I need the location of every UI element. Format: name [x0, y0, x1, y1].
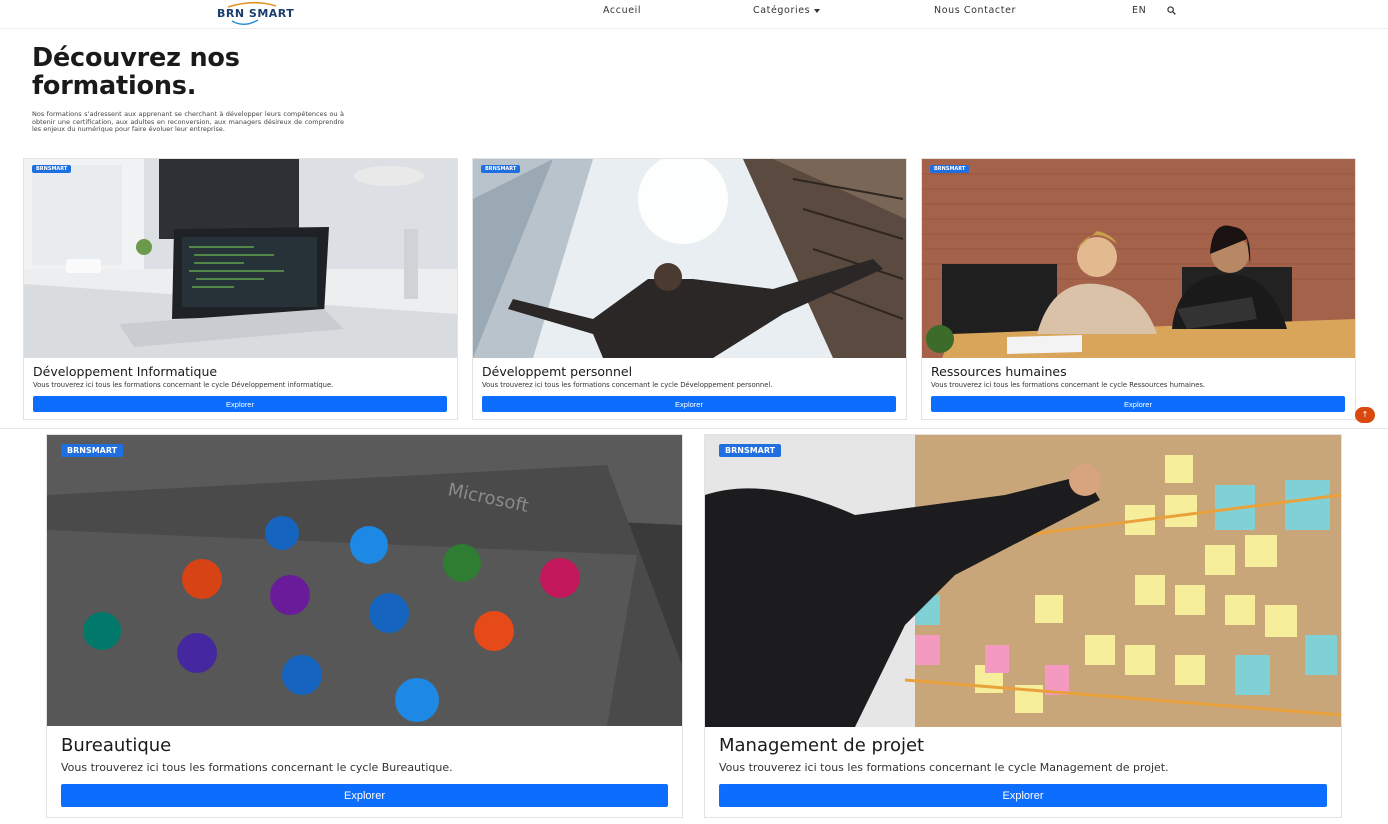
logo-text: BRN SMART: [217, 7, 295, 20]
search-icon[interactable]: [1167, 6, 1176, 15]
course-image-phone-apps: Microsoft BRNSMART: [47, 435, 682, 726]
explore-button[interactable]: Explorer: [719, 784, 1327, 807]
card-description: Vous trouverez ici tous les formations c…: [61, 761, 453, 774]
card-title: Bureautique: [61, 735, 172, 756]
card-badge: BRNSMART: [930, 165, 970, 173]
course-image-laptop: BRNSMART: [24, 159, 457, 358]
course-card: BRNSMART Ressources humaines Vous trouve…: [921, 158, 1356, 420]
card-description: Vous trouverez ici tous les formations c…: [931, 381, 1206, 389]
caret-down-icon: [814, 8, 821, 13]
page-title: Découvrez nos formations.: [32, 43, 240, 101]
arrow-up-icon: ↑: [1361, 410, 1369, 419]
page-description: Nos formations s’adressent aux apprenant…: [32, 110, 344, 134]
brand-logo[interactable]: BRN SMART: [214, 1, 306, 27]
card-badge: BRNSMART: [481, 165, 521, 173]
course-card: Microsoft BRNSMART Bureautique Vous trou…: [46, 434, 683, 818]
section-divider: [0, 428, 1388, 429]
course-card: BRNSMART Développemt personnel Vous trou…: [472, 158, 907, 420]
card-description: Vous trouverez ici tous les formations c…: [482, 381, 773, 389]
explore-button[interactable]: Explorer: [61, 784, 668, 807]
course-image-sticky-notes: BRNSMART: [705, 435, 1341, 727]
language-switch[interactable]: EN: [1132, 5, 1146, 16]
course-image-meeting: BRNSMART: [922, 159, 1355, 358]
card-title: Développement Informatique: [33, 364, 218, 379]
course-card: BRNSMART Management de projet Vous trouv…: [704, 434, 1342, 818]
explore-button[interactable]: Explorer: [931, 396, 1345, 412]
nav-contact[interactable]: Nous Contacter: [934, 5, 1016, 16]
course-image-skyscrapers: BRNSMART: [473, 159, 906, 358]
card-badge: BRNSMART: [32, 165, 72, 173]
scroll-to-top-button[interactable]: ↑: [1355, 407, 1375, 423]
card-title: Développemt personnel: [482, 364, 633, 379]
card-title: Management de projet: [719, 735, 925, 756]
explore-button[interactable]: Explorer: [33, 396, 447, 412]
course-card: BRNSMART Développement Informatique Vous…: [23, 158, 458, 420]
card-badge: BRNSMART: [61, 444, 124, 457]
card-description: Vous trouverez ici tous les formations c…: [33, 381, 334, 389]
navbar: BRN SMART Accueil Catégories Nous Contac…: [0, 0, 1388, 29]
explore-button[interactable]: Explorer: [482, 396, 896, 412]
card-badge: BRNSMART: [719, 444, 782, 457]
nav-categories-label: Catégories: [753, 5, 811, 16]
nav-accueil[interactable]: Accueil: [603, 5, 641, 16]
card-title: Ressources humaines: [931, 364, 1067, 379]
card-description: Vous trouverez ici tous les formations c…: [719, 761, 1169, 774]
nav-categories[interactable]: Catégories: [753, 5, 821, 16]
